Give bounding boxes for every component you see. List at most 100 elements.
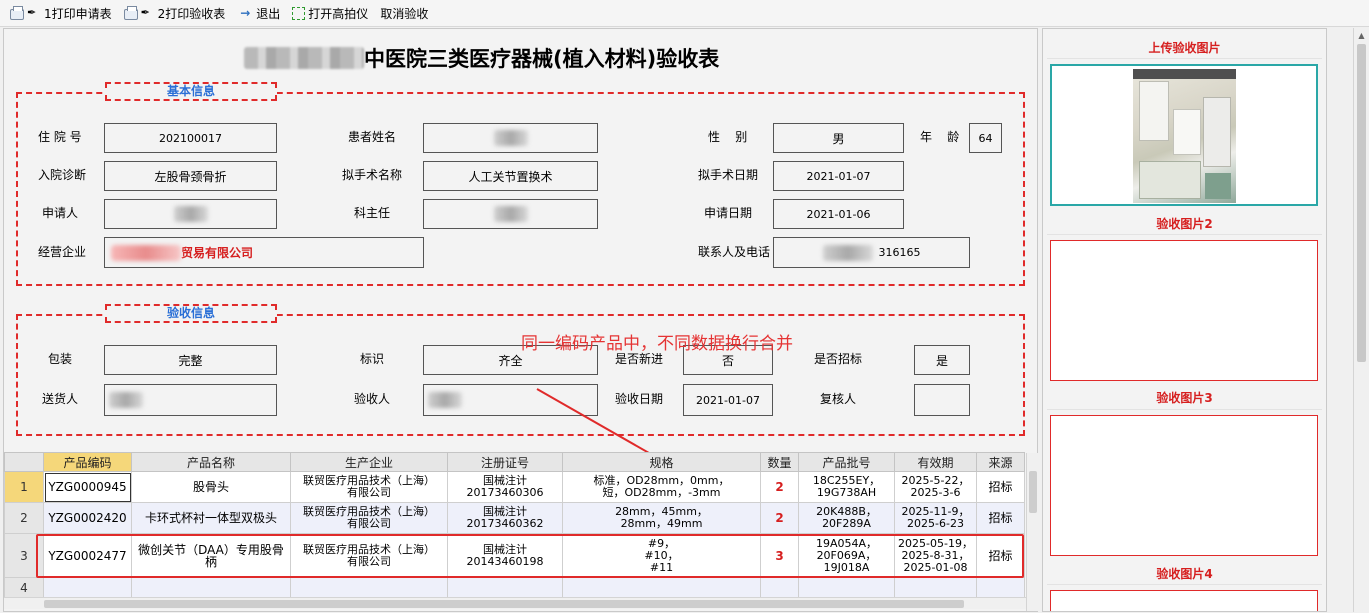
cell-product-name[interactable]: 卡环式杯衬一体型双极头 — [131, 502, 291, 534]
scroll-up-icon[interactable]: ▲ — [1357, 31, 1366, 40]
supplier-field[interactable]: 贸易有限公司 — [104, 237, 424, 268]
photo-box — [1173, 109, 1201, 155]
image4-box[interactable] — [1050, 590, 1318, 611]
cell-product-name[interactable]: 股骨头 — [131, 471, 291, 503]
director-field[interactable] — [423, 199, 598, 229]
age-field[interactable]: 64 — [969, 123, 1002, 153]
line: 20143460198 — [466, 554, 544, 568]
cell-spec[interactable]: 标准，OD28mm，0mm， 短，OD28mm，-3mm — [562, 471, 761, 503]
photo-box — [1203, 97, 1231, 167]
contact-field[interactable]: 316165 — [773, 237, 970, 268]
cell-source[interactable]: 招标 — [976, 502, 1025, 534]
accept-date-field[interactable]: 2021-01-07 — [683, 384, 773, 416]
header-spec[interactable]: 规格 — [562, 452, 761, 472]
scroll-thumb[interactable] — [44, 600, 964, 608]
print-request-button[interactable]: ✒ 1打印申请表 — [6, 2, 116, 24]
empty-cell[interactable] — [43, 577, 132, 598]
image3-box[interactable] — [1050, 415, 1318, 556]
exit-button[interactable]: → 退出 — [233, 2, 284, 24]
director-label: 科主任 — [354, 206, 391, 220]
cell-expiry[interactable]: 2025-5-22， 2025-3-6 — [894, 471, 977, 503]
cell-registration-no[interactable]: 国械注计 20143460198 — [447, 533, 563, 578]
header-manufacturer[interactable]: 生产企业 — [290, 452, 448, 472]
print-acceptance-button[interactable]: ✒ 2打印验收表 — [120, 2, 230, 24]
row-number[interactable]: 1 — [4, 471, 44, 503]
cell-product-name[interactable]: 微创关节（DAA）专用股骨柄 — [131, 533, 291, 578]
cell-batch-no[interactable]: 19A054A， 20F069A， 19J018A — [798, 533, 895, 578]
surgery-name-field[interactable]: 人工关节置换术 — [423, 161, 598, 191]
reviewer-field[interactable] — [914, 384, 970, 416]
table-row[interactable]: 1 YZG0000945 股骨头 联贸医疗用品技术（上海） 有限公司 国械注计 20… — [4, 471, 1025, 503]
table-row[interactable]: 4 — [4, 577, 1025, 598]
cell-expiry[interactable]: 2025-11-9， 2025-6-23 — [894, 502, 977, 534]
header-registration-no[interactable]: 注册证号 — [447, 452, 563, 472]
package-field[interactable]: 完整 — [104, 345, 277, 375]
cell-batch-no[interactable]: 20K488B， 20F289A — [798, 502, 895, 534]
row-number[interactable]: 3 — [4, 533, 44, 578]
upload-image-box[interactable] — [1050, 64, 1318, 206]
cell-spec[interactable]: #9， #10， #11 — [562, 533, 761, 578]
cell-expiry[interactable]: 2025-05-19， 2025-8-31， 2025-01-08 — [894, 533, 977, 578]
printer-icon — [10, 5, 24, 20]
image2-box[interactable] — [1050, 240, 1318, 381]
cell-batch-no[interactable]: 18C255EY， 19G738AH — [798, 471, 895, 503]
row-number[interactable]: 2 — [4, 502, 44, 534]
grid-horizontal-scrollbar[interactable] — [4, 597, 1026, 609]
empty-cell[interactable] — [760, 577, 799, 598]
cell-manufacturer[interactable]: 联贸医疗用品技术（上海） 有限公司 — [290, 533, 448, 578]
age-label: 年 龄 — [920, 130, 960, 144]
empty-cell[interactable] — [798, 577, 895, 598]
header-batch-no[interactable]: 产品批号 — [798, 452, 895, 472]
scroll-thumb[interactable] — [1357, 44, 1366, 362]
cell-registration-no[interactable]: 国械注计 20173460362 — [447, 502, 563, 534]
applicant-field[interactable] — [104, 199, 277, 229]
deliverer-field[interactable] — [104, 384, 277, 416]
redacted-value — [111, 244, 181, 261]
empty-cell[interactable] — [976, 577, 1025, 598]
cell-manufacturer[interactable]: 联贸医疗用品技术（上海） 有限公司 — [290, 471, 448, 503]
grid-vertical-scrollbar[interactable] — [1026, 453, 1038, 611]
row-number[interactable]: 4 — [4, 577, 44, 598]
line: #11 — [649, 560, 674, 574]
cancel-acceptance-button[interactable]: 取消验收 — [376, 2, 432, 24]
header-product-name[interactable]: 产品名称 — [131, 452, 291, 472]
empty-cell[interactable] — [894, 577, 977, 598]
cell-product-code[interactable]: YZG0000945 — [43, 471, 132, 503]
empty-cell[interactable] — [290, 577, 448, 598]
bid-field[interactable]: 是 — [914, 345, 970, 375]
cell-source[interactable]: 招标 — [976, 533, 1025, 578]
header-source[interactable]: 来源 — [976, 452, 1025, 472]
cell-spec[interactable]: 28mm，45mm， 28mm，49mm — [562, 502, 761, 534]
header-expiry[interactable]: 有效期 — [894, 452, 977, 472]
empty-cell[interactable] — [562, 577, 761, 598]
line: 20173460306 — [466, 486, 544, 499]
image2-title: 验收图片2 — [1156, 217, 1213, 231]
header-product-code[interactable]: 产品编码 — [43, 452, 132, 472]
gender-field[interactable]: 男 — [773, 123, 904, 153]
diagnosis-field[interactable]: 左股骨颈骨折 — [104, 161, 277, 191]
table-row[interactable]: 2 YZG0002420 卡环式杯衬一体型双极头 联贸医疗用品技术（上海） 有限公… — [4, 502, 1025, 534]
patient-name-field[interactable] — [423, 123, 598, 153]
surgery-date-field[interactable]: 2021-01-07 — [773, 161, 904, 191]
empty-cell[interactable] — [447, 577, 563, 598]
cell-quantity[interactable]: 2 — [760, 471, 799, 503]
inspector-field[interactable] — [423, 384, 598, 416]
cell-registration-no[interactable]: 国械注计 20173460306 — [447, 471, 563, 503]
admission-no-field[interactable]: 202100017 — [104, 123, 277, 153]
cell-product-code[interactable]: YZG0002420 — [43, 502, 132, 534]
header-quantity[interactable]: 数量 — [760, 452, 799, 472]
page-vertical-scrollbar[interactable]: ▲ — [1353, 28, 1369, 612]
empty-cell[interactable] — [131, 577, 291, 598]
cell-manufacturer[interactable]: 联贸医疗用品技术（上海） 有限公司 — [290, 502, 448, 534]
table-row[interactable]: 3 YZG0002477 微创关节（DAA）专用股骨柄 联贸医疗用品技术（上海）… — [4, 533, 1025, 578]
photo-box — [1139, 161, 1201, 199]
pen-icon: ✒ — [140, 6, 150, 19]
open-camera-button[interactable]: 打开高拍仪 — [288, 2, 372, 24]
apply-date-field[interactable]: 2021-01-06 — [773, 199, 904, 229]
cell-quantity[interactable]: 3 — [760, 533, 799, 578]
scroll-thumb[interactable] — [1029, 471, 1037, 513]
pen-icon: ✒ — [27, 6, 37, 19]
cell-source[interactable]: 招标 — [976, 471, 1025, 503]
cell-quantity[interactable]: 2 — [760, 502, 799, 534]
cell-product-code[interactable]: YZG0002477 — [43, 533, 132, 578]
